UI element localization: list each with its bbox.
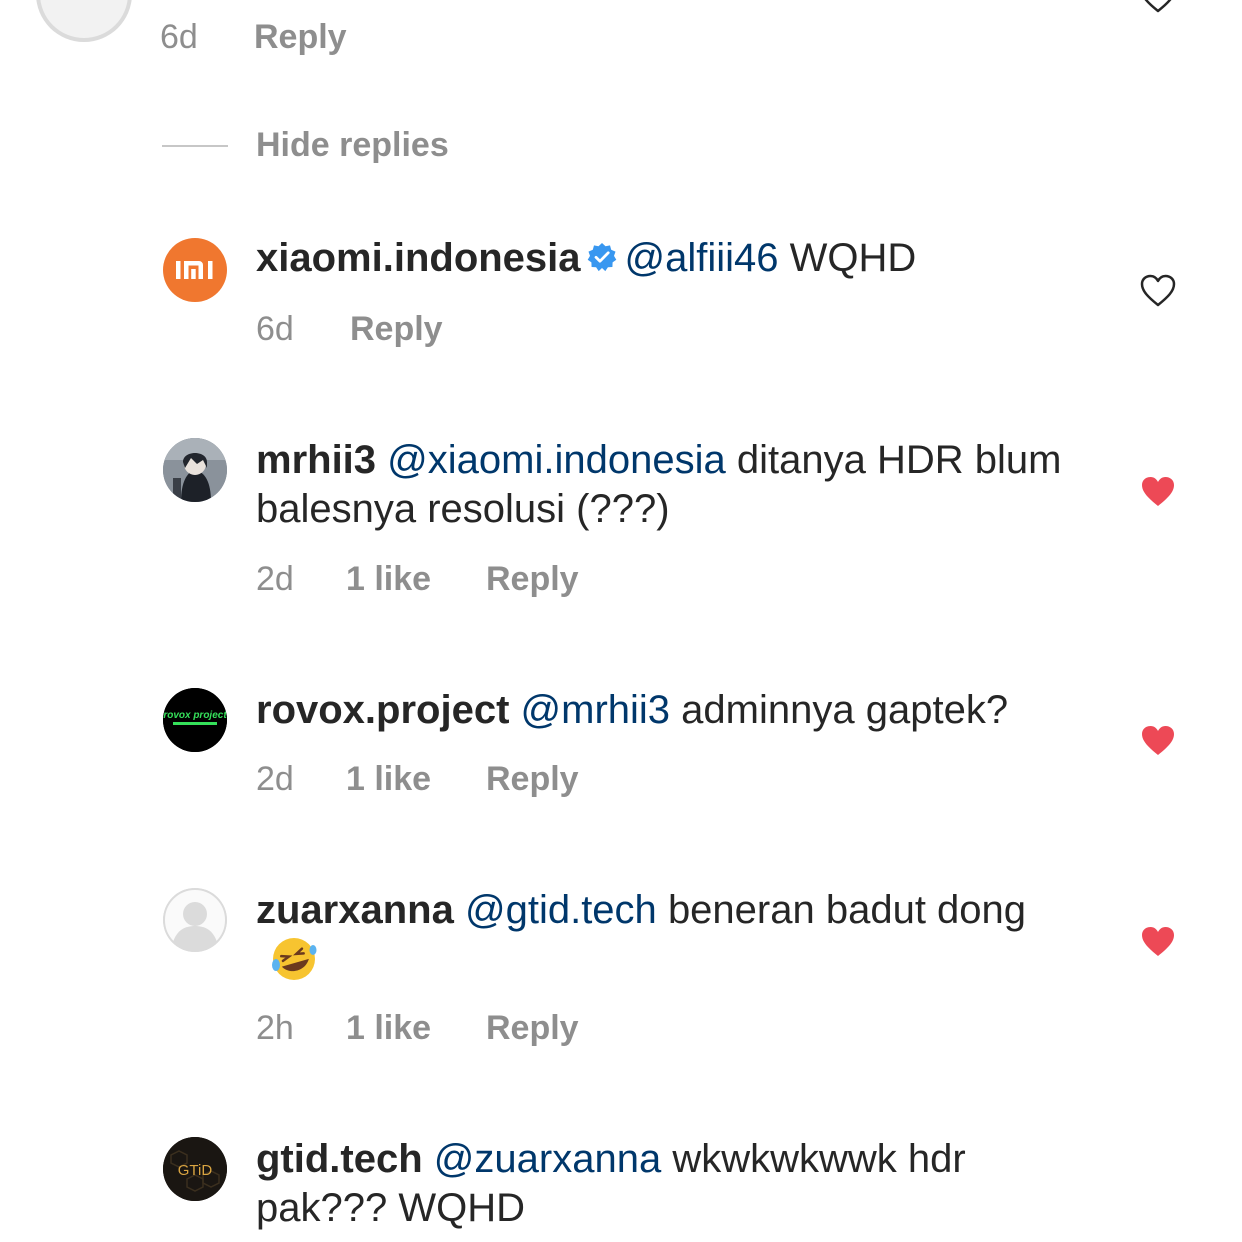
reply-button[interactable]: Reply — [486, 1009, 579, 1048]
avatar[interactable] — [36, 0, 132, 42]
reply-button[interactable]: Reply — [486, 560, 579, 599]
mention-link[interactable]: @mrhii3 — [521, 688, 671, 732]
username[interactable]: rovox.project — [256, 688, 509, 732]
avatar[interactable] — [163, 238, 227, 302]
divider — [162, 144, 228, 147]
xiaomi-mi-logo-icon — [176, 261, 213, 279]
comment-meta: 2h 1 like Reply — [256, 1009, 579, 1048]
comment-body-text: WQHD — [789, 236, 917, 280]
comment-meta: 2d 1 like Reply — [256, 560, 579, 599]
mention-link[interactable]: @gtid.tech — [465, 888, 657, 932]
comment-text: xiaomi.indonesia @alfiii46 WQHD — [256, 234, 1076, 283]
comment-time: 2h — [256, 1009, 294, 1047]
comment-body-text: adminnya gaptek? — [681, 688, 1009, 732]
rovox-project-logo-icon: rovox project — [163, 688, 227, 752]
comment-time: 2d — [256, 560, 294, 598]
heart-outline-icon[interactable] — [1140, 274, 1176, 308]
heart-filled-icon[interactable] — [1140, 925, 1176, 959]
username[interactable]: gtid.tech — [256, 1137, 423, 1181]
comment-text: mrhii3 @xiaomi.indonesia ditanya HDR blu… — [256, 436, 1076, 534]
comment-meta: 6d Reply — [256, 310, 443, 349]
reply-button[interactable]: Reply — [486, 760, 579, 799]
comment-time: 6d — [160, 18, 198, 56]
gtid-logo-text: GTiD — [178, 1162, 213, 1179]
default-avatar-icon — [163, 888, 227, 952]
rovox-logo-text: rovox project — [163, 710, 227, 721]
username[interactable]: zuarxanna — [256, 888, 454, 932]
reply-button[interactable]: Reply — [254, 18, 347, 57]
avatar[interactable] — [163, 438, 227, 502]
avatar[interactable]: rovox project — [163, 688, 227, 752]
avatar[interactable] — [163, 888, 227, 952]
mention-link[interactable]: @alfiii46 — [625, 236, 779, 280]
rolling-on-floor-laughing-emoji-icon — [272, 938, 317, 980]
verified-badge-icon — [587, 243, 616, 272]
likes-count-button[interactable]: 1 like — [346, 1009, 486, 1048]
mention-link[interactable]: @zuarxanna — [434, 1137, 661, 1181]
username[interactable]: mrhii3 — [256, 438, 376, 482]
heart-outline-icon[interactable] — [1140, 0, 1176, 14]
hide-replies-label: Hide replies — [256, 126, 449, 164]
anime-character-avatar-icon — [163, 438, 227, 502]
likes-count-button[interactable]: 1 like — [346, 560, 486, 599]
mention-link[interactable]: @xiaomi.indonesia — [387, 438, 726, 482]
gtid-logo-icon: GTiD — [163, 1137, 227, 1201]
comment-meta: 2d 1 like Reply — [256, 760, 579, 799]
comment-body-text: beneran badut dong — [667, 888, 1027, 932]
comment-time: 2d — [256, 760, 294, 798]
comment-meta: 6d Reply — [160, 18, 347, 57]
username[interactable]: xiaomi.indonesia — [256, 236, 581, 280]
likes-count-button[interactable]: 1 like — [346, 760, 486, 799]
comment-text: rovox.project @mrhii3 adminnya gaptek? — [256, 686, 1076, 735]
heart-filled-icon[interactable] — [1140, 724, 1176, 758]
hide-replies-button[interactable]: Hide replies — [162, 126, 449, 165]
reply-button[interactable]: Reply — [350, 310, 443, 349]
comment-text: zuarxanna @gtid.tech beneran badut dong — [256, 886, 1076, 987]
heart-filled-icon[interactable] — [1140, 475, 1176, 509]
comment-time: 6d — [256, 310, 294, 348]
avatar[interactable]: GTiD — [163, 1137, 227, 1201]
comment-text: gtid.tech @zuarxanna wkwkwkwwk hdr pak??… — [256, 1135, 1076, 1233]
